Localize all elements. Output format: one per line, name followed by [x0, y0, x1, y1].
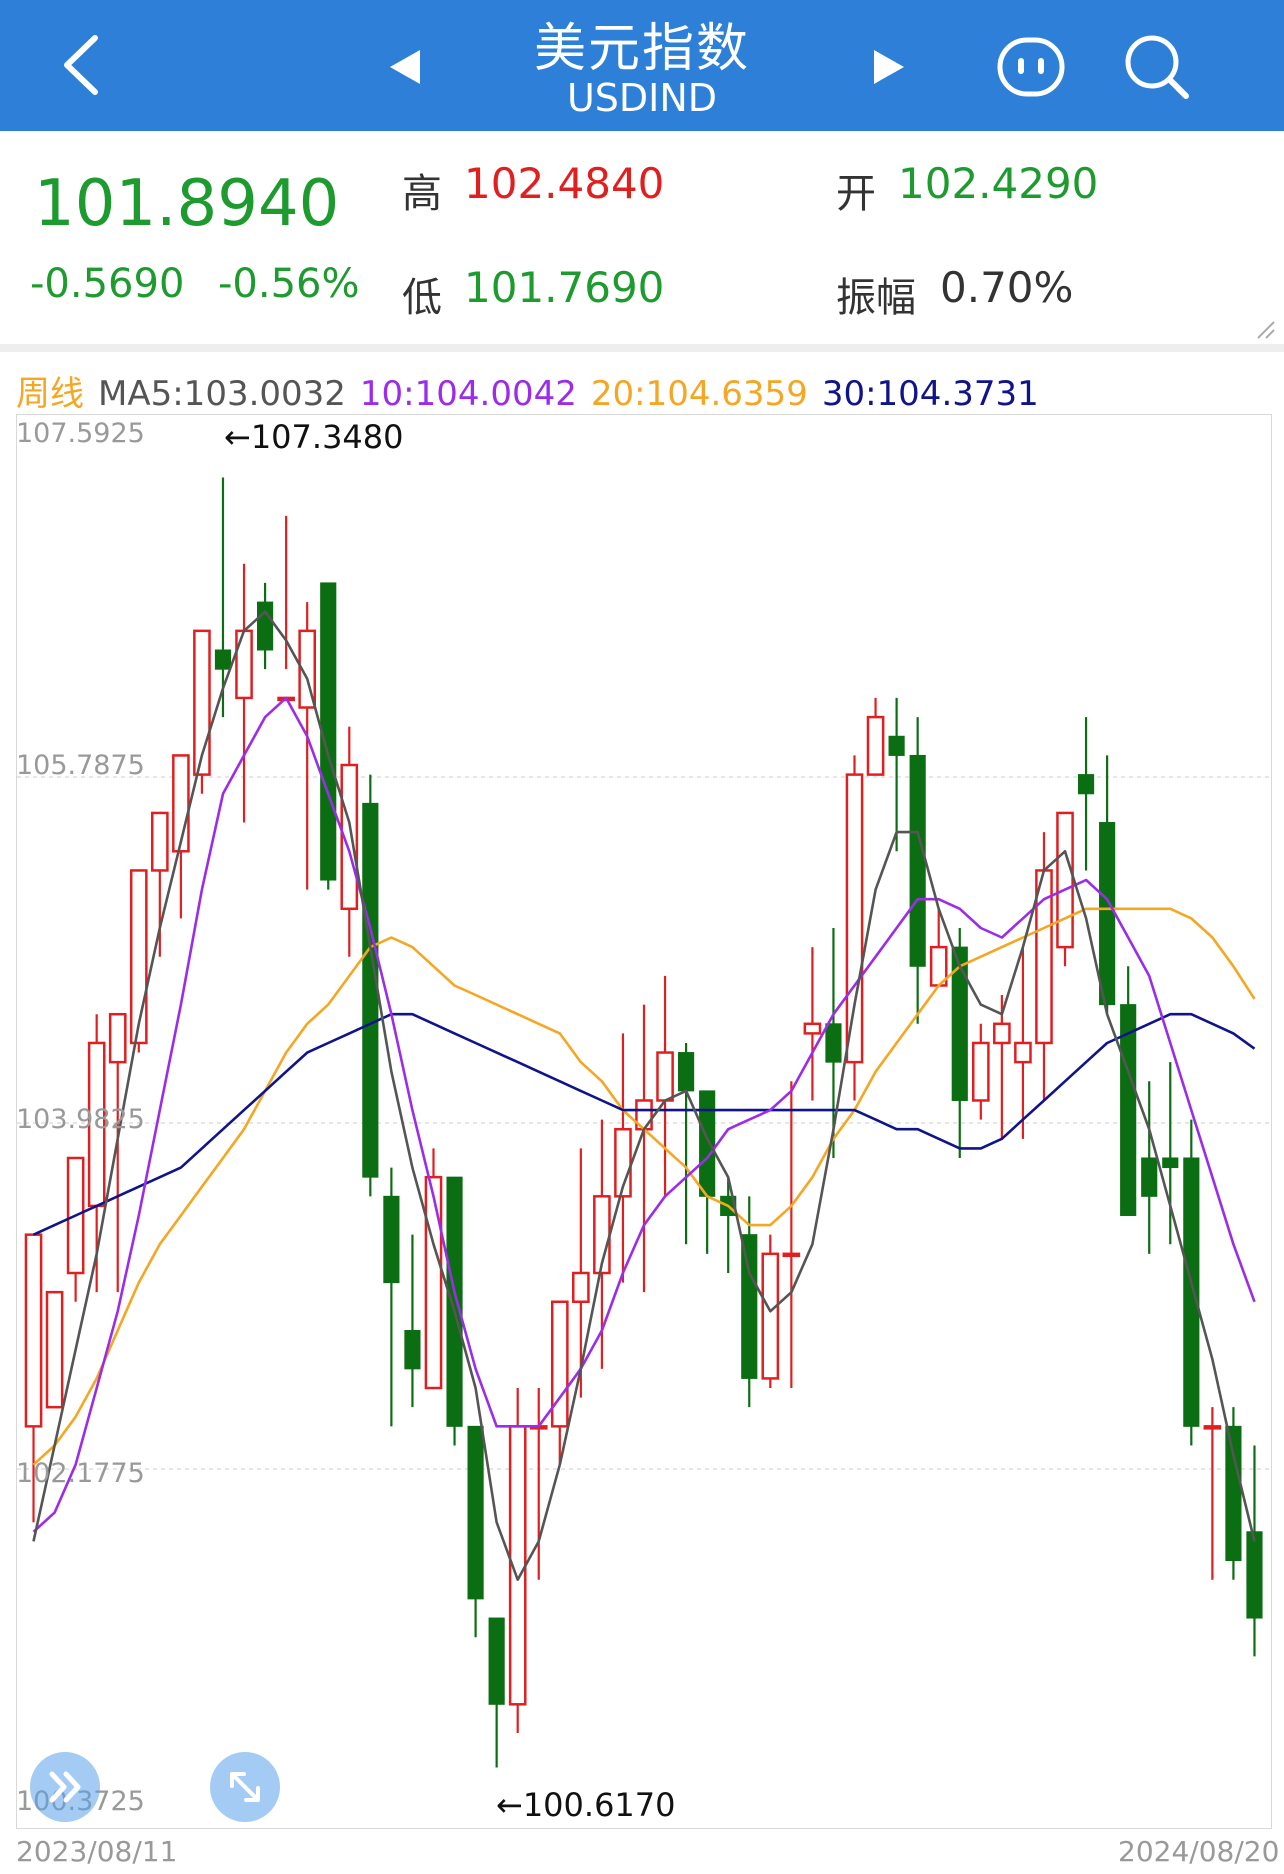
- y-tick-label: 105.7875: [16, 750, 145, 781]
- low-value: 101.7690: [464, 263, 665, 312]
- candle-body-down: [488, 1617, 505, 1705]
- ma10-value: 10:104.0042: [359, 374, 577, 414]
- kline-chart[interactable]: [16, 414, 1273, 1830]
- candle-body-up: [656, 1051, 674, 1102]
- triangle-right-icon[interactable]: [872, 48, 906, 86]
- y-tick-label: 107.5925: [16, 418, 145, 449]
- candle-body-up: [845, 773, 864, 1064]
- candlestick-svg[interactable]: [17, 415, 1273, 1830]
- candle-body-up: [803, 1022, 822, 1035]
- low-label: 低: [402, 275, 442, 321]
- candle-body-up: [1203, 1425, 1222, 1430]
- open-label: 开: [836, 171, 876, 217]
- open-value: 102.4290: [898, 159, 1099, 208]
- candle-body-down: [1141, 1157, 1158, 1197]
- candle-body-up: [761, 1252, 780, 1380]
- candle-body-down: [1246, 1531, 1263, 1619]
- candle-body-down: [1099, 822, 1116, 1006]
- candle-body-up: [151, 811, 169, 872]
- page-title: 美元指数: [533, 19, 750, 79]
- candle-body-down: [1077, 774, 1095, 795]
- price-change: -0.5690: [30, 261, 185, 307]
- candle-body-down: [257, 601, 274, 651]
- ma30-value: 30:104.3731: [821, 374, 1039, 414]
- min-price-label: ←100.6170: [496, 1786, 676, 1824]
- search-icon[interactable]: [1122, 32, 1192, 102]
- candle-body-down: [825, 1023, 842, 1063]
- candle-body-down: [1162, 1157, 1179, 1169]
- candle-body-down: [909, 754, 926, 967]
- x-start-date: 2023/08/11: [16, 1835, 178, 1868]
- candle-body-down: [1183, 1157, 1200, 1427]
- ma5-value: MA5:103.0032: [98, 374, 346, 414]
- candle-body-up: [1056, 811, 1074, 949]
- candle-body-up: [866, 715, 885, 776]
- candle-body-down: [678, 1052, 695, 1092]
- y-tick-label: 103.9825: [16, 1104, 145, 1135]
- candle-body-up: [782, 1252, 801, 1258]
- fullscreen-button[interactable]: [210, 1752, 280, 1822]
- candle-body-up: [550, 1300, 569, 1428]
- candle-body-up: [108, 1012, 127, 1064]
- candle-body-down: [214, 649, 232, 670]
- amplitude-value: 0.70%: [940, 263, 1074, 312]
- ma20-value: 20:104.6359: [590, 374, 808, 414]
- candle-body-up: [993, 1022, 1011, 1045]
- candle-body-down: [446, 1176, 463, 1427]
- x-end-date: 2024/08/20: [1118, 1835, 1280, 1868]
- high-label: 高: [402, 171, 442, 217]
- expand-arrows-icon: [230, 1772, 260, 1802]
- expand-sidebar-button[interactable]: [30, 1752, 100, 1822]
- candle-body-up: [45, 1290, 64, 1409]
- robot-face-icon[interactable]: [996, 34, 1066, 100]
- double-chevron-right-icon: [49, 1771, 81, 1803]
- y-tick-label: 102.1775: [16, 1458, 145, 1489]
- candle-body-down: [362, 802, 379, 1178]
- top-bar: 美元指数 USDIND: [0, 0, 1284, 131]
- candle-body-down: [699, 1090, 716, 1197]
- quote-panel: 101.8940 -0.5690 -0.56% 高 102.4840 开 102…: [0, 131, 1284, 344]
- max-price-label: ←107.3480: [224, 418, 404, 456]
- candle-body-up: [235, 629, 253, 700]
- candle-body-up: [572, 1271, 590, 1304]
- candle-body-down: [404, 1330, 421, 1370]
- candle-body-up: [424, 1175, 443, 1390]
- candle-body-down: [1225, 1425, 1242, 1562]
- candle-body-up: [1014, 1041, 1032, 1064]
- candle-body-up: [129, 869, 148, 1045]
- ma-legend: 周线 MA5:103.0032 10:104.0042 20:104.6359 30:1…: [16, 366, 1053, 415]
- candle-body-down: [467, 1425, 484, 1600]
- symbol-code: USDIND: [566, 76, 718, 120]
- candle-body-down: [888, 735, 905, 756]
- amplitude-label: 振幅: [836, 275, 916, 321]
- candle-body-down: [741, 1234, 758, 1379]
- candle-body-up: [971, 1041, 990, 1102]
- period-label[interactable]: 周线: [16, 374, 84, 414]
- candle-body-up: [24, 1233, 43, 1428]
- candle-body-down: [383, 1195, 400, 1284]
- section-divider: [0, 344, 1284, 352]
- last-price: 101.8940: [34, 167, 340, 241]
- price-change-percent: -0.56%: [218, 261, 360, 307]
- resize-handle-icon[interactable]: [1256, 320, 1276, 340]
- high-value: 102.4840: [464, 159, 665, 208]
